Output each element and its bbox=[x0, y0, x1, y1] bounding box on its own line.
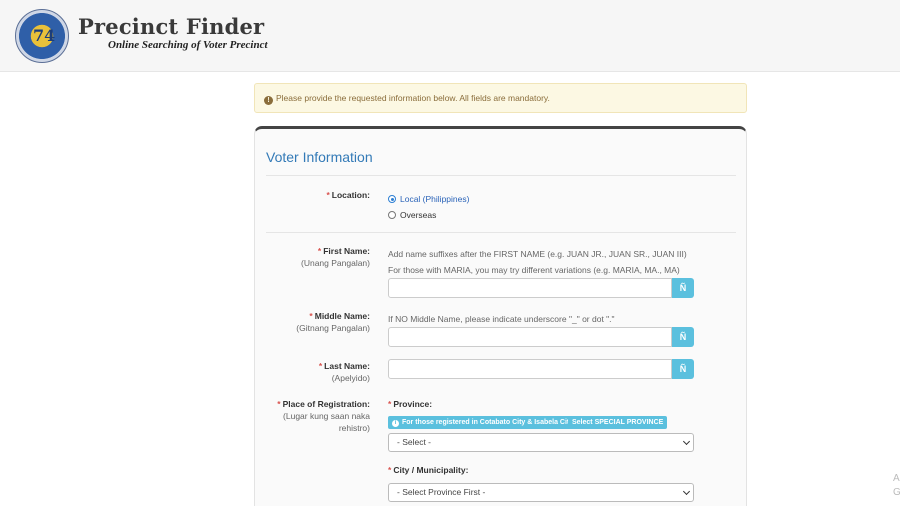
last-name-sublabel: (Apelyido) bbox=[331, 373, 370, 383]
middle-name-label: * Middle Name: bbox=[309, 311, 370, 321]
enye-button[interactable]: Ñ bbox=[672, 359, 694, 379]
radio-overseas-label: Overseas bbox=[400, 210, 437, 220]
voter-information-panel: Voter Information * Location: Local (Phil… bbox=[254, 126, 747, 506]
site-header: 74 Precinct Finder Online Searching of V… bbox=[0, 0, 900, 72]
site-subtitle: Online Searching of Voter Precinct bbox=[108, 39, 268, 51]
location-label: * Location: bbox=[326, 190, 370, 200]
place-sublabel-1: (Lugar kung saan naka bbox=[283, 411, 370, 421]
place-of-registration-label: * Place of Registration: bbox=[277, 399, 370, 409]
radio-overseas-input[interactable] bbox=[388, 211, 396, 219]
enye-button[interactable]: Ñ bbox=[672, 278, 694, 298]
radio-local-label: Local (Philippines) bbox=[400, 194, 470, 204]
seal-glyph: 74 bbox=[33, 26, 56, 45]
info-icon: i bbox=[392, 420, 399, 427]
province-label: * Province: bbox=[388, 399, 433, 409]
middle-name-help: If NO Middle Name, please indicate under… bbox=[388, 314, 615, 324]
province-select-value: - Select - bbox=[397, 437, 432, 447]
place-sublabel-2: rehistro) bbox=[338, 423, 370, 433]
last-name-label: * Last Name: bbox=[318, 361, 370, 371]
province-select[interactable]: - Select - bbox=[388, 433, 694, 452]
comelec-seal-logo: 74 bbox=[15, 9, 69, 63]
middle-name-input[interactable] bbox=[388, 327, 672, 347]
mandatory-fields-alert: ! Please provide the requested informatio… bbox=[254, 83, 747, 113]
info-icon: ! bbox=[264, 96, 273, 105]
middle-name-sublabel: (Gitnang Pangalan) bbox=[296, 323, 370, 333]
radio-overseas[interactable]: Overseas bbox=[388, 209, 436, 221]
site-title: Precinct Finder bbox=[78, 14, 265, 39]
first-name-help-suffix: Add name suffixes after the FIRST NAME (… bbox=[388, 249, 687, 259]
first-name-help-maria: For those with MARIA, you may try differ… bbox=[388, 265, 680, 275]
divider bbox=[266, 175, 736, 176]
chevron-down-icon bbox=[682, 437, 691, 446]
first-name-sublabel: (Unang Pangalan) bbox=[301, 258, 370, 268]
radio-local-input[interactable] bbox=[388, 195, 396, 203]
city-select-value: - Select Province First - bbox=[397, 487, 486, 497]
first-name-label: * First Name: bbox=[317, 246, 370, 256]
city-municipality-label: * City / Municipality: bbox=[388, 465, 469, 475]
last-name-input[interactable] bbox=[388, 359, 672, 379]
first-name-input[interactable] bbox=[388, 278, 672, 298]
cotabato-isabela-button[interactable]: i For those registered in Cotabato City &… bbox=[388, 416, 578, 429]
panel-title: Voter Information bbox=[266, 149, 373, 165]
select-special-province-button[interactable]: Select SPECIAL PROVINCE bbox=[568, 416, 668, 429]
chevron-down-icon bbox=[682, 487, 691, 496]
enye-button[interactable]: Ñ bbox=[672, 327, 694, 347]
city-municipality-select[interactable]: - Select Province First - bbox=[388, 483, 694, 502]
divider bbox=[266, 232, 736, 233]
radio-local[interactable]: Local (Philippines) bbox=[388, 193, 469, 205]
activation-watermark: A G bbox=[893, 473, 900, 498]
alert-text: Please provide the requested information… bbox=[276, 93, 550, 103]
